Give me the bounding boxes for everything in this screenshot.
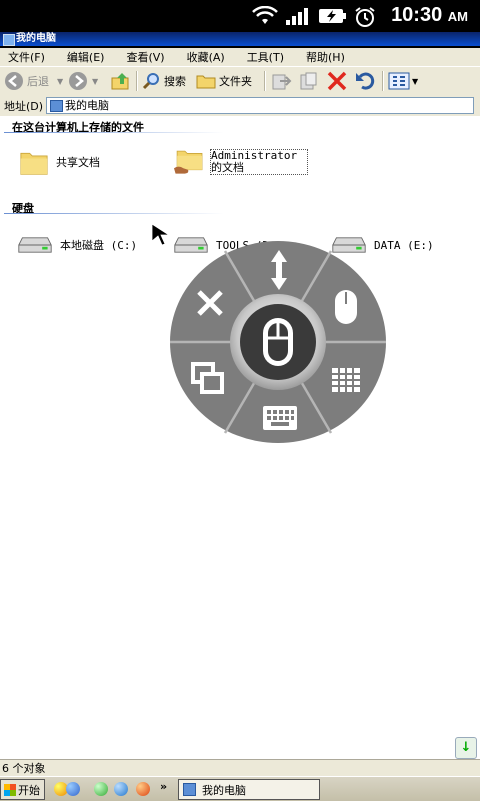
- menu-tools[interactable]: 工具(T): [247, 49, 284, 65]
- radial-center-mouse-button[interactable]: [230, 294, 326, 390]
- menu-bar: 文件(F) 编辑(E) 查看(V) 收藏(A) 工具(T) 帮助(H): [0, 48, 480, 66]
- menu-view[interactable]: 查看(V): [126, 49, 164, 65]
- mouse-pointer-icon: [151, 223, 171, 245]
- mouse-icon: [263, 318, 293, 366]
- quicklaunch-ie-icon[interactable]: [114, 782, 128, 796]
- folder-item-admin-docs[interactable]: Administrator 的文档: [172, 148, 308, 176]
- folder-item-shared[interactable]: 共享文档: [18, 148, 100, 176]
- address-field[interactable]: 我的电脑: [46, 97, 474, 114]
- up-folder-button[interactable]: [110, 70, 132, 92]
- down-arrow-icon: ↓: [460, 740, 472, 755]
- radial-numpad-button[interactable]: [332, 368, 360, 392]
- scroll-down-button[interactable]: ↓: [455, 737, 477, 759]
- radial-mouse-button[interactable]: [335, 290, 357, 324]
- search-button[interactable]: 搜索: [141, 70, 186, 92]
- computer-icon: [183, 783, 196, 796]
- move-to-button[interactable]: [270, 70, 292, 92]
- quicklaunch-firefox-icon[interactable]: [136, 782, 150, 796]
- folders-button[interactable]: 文件夹: [196, 70, 252, 92]
- delete-x-icon: [327, 71, 347, 91]
- quicklaunch-browser-icon[interactable]: [94, 782, 108, 796]
- up-folder-icon: [111, 73, 129, 90]
- hard-drive-icon: [18, 237, 52, 253]
- taskbar: 开始 » 我的电脑: [0, 776, 480, 801]
- address-label: 地址(D): [4, 100, 44, 113]
- android-status-bar: 10:30 AM: [0, 0, 480, 32]
- window-title-bar: 我的电脑: [0, 32, 480, 46]
- forward-button[interactable]: ▼: [68, 70, 98, 92]
- back-dropdown-icon[interactable]: ▼: [57, 77, 63, 86]
- explorer-status-bar: 6 个对象: [0, 759, 480, 777]
- search-icon: [142, 73, 159, 90]
- object-count: 6 个对象: [2, 762, 46, 775]
- quicklaunch-more-chevron[interactable]: »: [160, 780, 167, 793]
- menu-file[interactable]: 文件(F): [8, 49, 45, 65]
- clock: 10:30 AM: [391, 4, 468, 26]
- back-button[interactable]: 后退 ▼: [4, 70, 63, 92]
- copy-to-button[interactable]: [298, 70, 320, 92]
- views-grid-icon: [388, 72, 410, 90]
- copy-to-icon: [300, 72, 317, 90]
- move-to-icon: [272, 74, 292, 90]
- window-title: 我的电脑: [16, 33, 56, 44]
- folder-icon: [20, 152, 48, 175]
- radial-keyboard-button[interactable]: [263, 406, 297, 430]
- undo-icon: [356, 72, 375, 90]
- computer-icon: [50, 100, 63, 112]
- menu-help[interactable]: 帮助(H): [306, 49, 345, 65]
- menu-favorites[interactable]: 收藏(A): [187, 49, 225, 65]
- shared-folder-icon: [174, 150, 203, 174]
- views-dropdown-icon[interactable]: ▼: [412, 77, 418, 86]
- wifi-icon: [252, 6, 278, 24]
- folder-icon: [196, 75, 216, 89]
- undo-button[interactable]: [354, 70, 376, 92]
- views-button[interactable]: ▼: [388, 70, 418, 92]
- forward-arrow-icon: [69, 72, 87, 90]
- start-button[interactable]: 开始: [0, 779, 45, 800]
- computer-icon: [3, 34, 15, 46]
- signal-icon: [286, 8, 308, 25]
- forward-dropdown-icon[interactable]: ▼: [92, 77, 98, 86]
- taskbar-window-button[interactable]: 我的电脑: [178, 779, 320, 800]
- drive-item-c[interactable]: 本地磁盘 (C:): [16, 236, 137, 254]
- toolbar: 后退 ▼ ▼ 搜索 文件夹 ▼: [0, 66, 480, 96]
- radial-control-menu: [170, 241, 386, 443]
- alarm-icon: [355, 7, 375, 27]
- battery-charging-icon: [319, 9, 346, 23]
- delete-button[interactable]: [326, 70, 348, 92]
- address-bar: 地址(D) 我的电脑: [0, 95, 480, 116]
- quicklaunch-app-icon[interactable]: [66, 782, 80, 796]
- menu-edit[interactable]: 编辑(E): [67, 49, 105, 65]
- windows-logo-icon: [4, 783, 16, 796]
- back-arrow-icon: [5, 72, 23, 90]
